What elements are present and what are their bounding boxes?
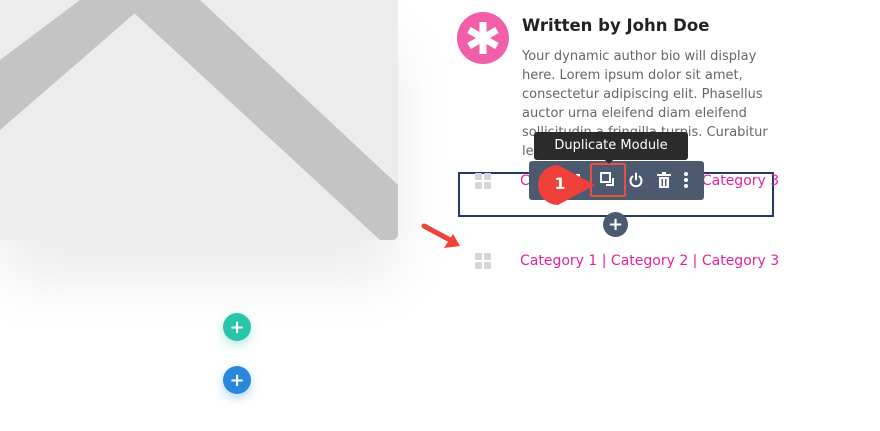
add-section-button[interactable]: + [223, 366, 251, 394]
add-row-button[interactable]: + [223, 313, 251, 341]
step-number: 1 [554, 174, 566, 193]
trash-icon[interactable] [653, 169, 675, 191]
add-module-button[interactable]: + [603, 212, 628, 237]
duplicate-tooltip: Duplicate Module [534, 132, 688, 160]
image-placeholder [0, 0, 398, 240]
image-placeholder-graphic [0, 0, 398, 240]
duplicate-button-highlight [590, 163, 626, 197]
author-avatar [457, 12, 509, 64]
tooltip-pointer [604, 159, 614, 164]
asterisk-icon [467, 22, 499, 54]
drag-handle-icon[interactable] [475, 173, 491, 189]
post-categories-duplicate: Category 1 | Category 2 | Category 3 [520, 253, 780, 269]
power-icon[interactable] [625, 169, 647, 191]
author-heading: Written by John Doe [522, 16, 710, 35]
drag-handle-icon[interactable] [475, 253, 491, 269]
arrow-pointer-icon [421, 223, 460, 248]
more-options-icon[interactable] [675, 169, 697, 191]
